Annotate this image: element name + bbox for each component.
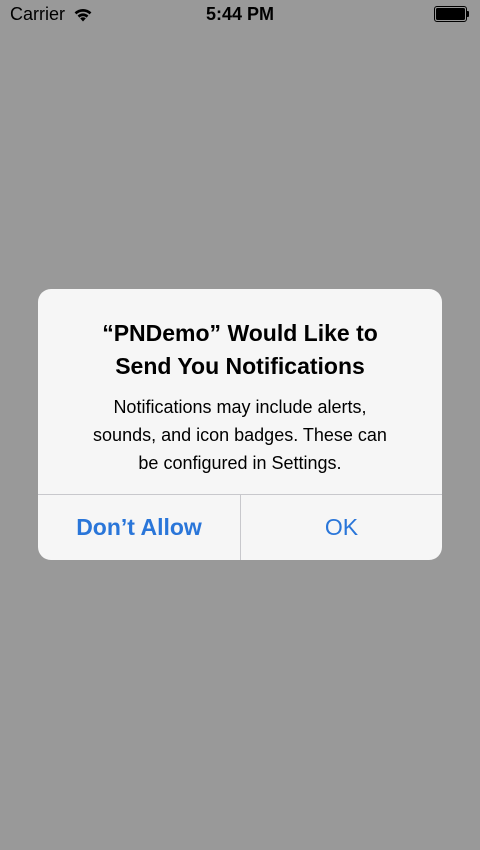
battery-icon xyxy=(434,6,470,22)
battery-tip xyxy=(467,11,469,17)
alert-message: Notifications may include alerts, sounds… xyxy=(93,397,387,473)
battery-fill xyxy=(436,8,465,20)
dont-allow-button[interactable]: Don’t Allow xyxy=(38,495,240,560)
notification-permission-alert: “PNDemo” Would Like to Send You Notifica… xyxy=(38,289,442,560)
ok-button[interactable]: OK xyxy=(241,495,442,560)
status-time: 5:44 PM xyxy=(205,4,275,24)
alert-title: “PNDemo” Would Like to Send You Notifica… xyxy=(102,320,378,379)
status-bar: Carrier 5:44 PM xyxy=(0,0,480,28)
